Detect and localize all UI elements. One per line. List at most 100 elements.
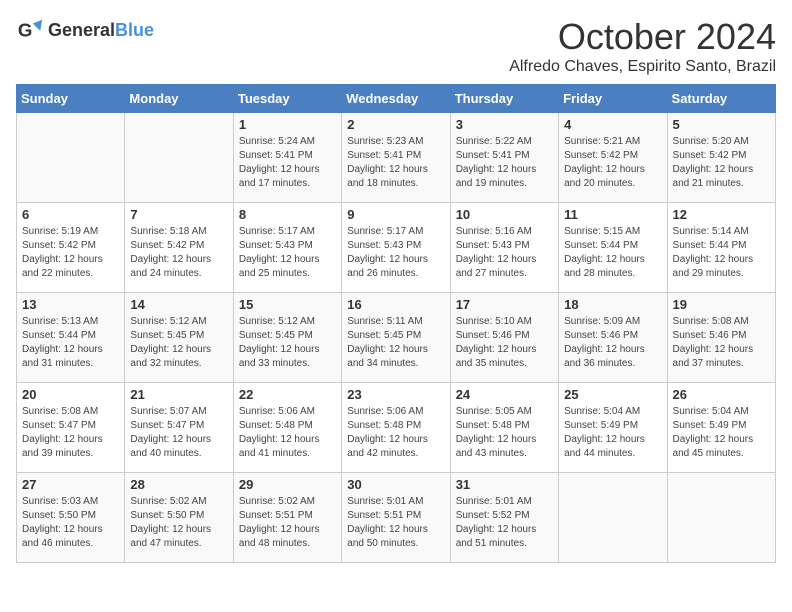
calendar-cell: 27 Sunrise: 5:03 AM Sunset: 5:50 PM Dayli… [17, 473, 125, 563]
calendar-cell: 11 Sunrise: 5:15 AM Sunset: 5:44 PM Dayli… [559, 203, 667, 293]
calendar-cell: 5 Sunrise: 5:20 AM Sunset: 5:42 PM Daylig… [667, 113, 775, 203]
calendar-cell: 21Sunrise: 5:07 AM Sunset: 5:47 PM Dayli… [125, 383, 233, 473]
calendar-cell: 15Sunrise: 5:12 AM Sunset: 5:45 PM Dayli… [233, 293, 341, 383]
calendar-cell: 31Sunrise: 5:01 AM Sunset: 5:52 PM Dayli… [450, 473, 558, 563]
logo-text-general: General [48, 20, 115, 40]
calendar-cell: 28 Sunrise: 5:02 AM Sunset: 5:50 PM Dayli… [125, 473, 233, 563]
column-header-monday: Monday [125, 85, 233, 113]
cell-content: Sunrise: 5:09 AM Sunset: 5:46 PM Dayligh… [564, 315, 661, 371]
day-number: 24 [456, 387, 553, 402]
day-number: 15 [239, 297, 336, 312]
cell-content: Sunrise: 5:01 AM Sunset: 5:51 PM Dayligh… [347, 495, 444, 551]
calendar-cell: 14Sunrise: 5:12 AM Sunset: 5:45 PM Dayli… [125, 293, 233, 383]
column-header-thursday: Thursday [450, 85, 558, 113]
calendar-cell: 20Sunrise: 5:08 AM Sunset: 5:47 PM Dayli… [17, 383, 125, 473]
logo: G GeneralBlue [16, 16, 154, 44]
day-number: 5 [673, 117, 770, 132]
cell-content: Sunrise: 5:22 AM Sunset: 5:41 PM Dayligh… [456, 135, 553, 191]
calendar-cell: 29Sunrise: 5:02 AM Sunset: 5:51 PM Dayli… [233, 473, 341, 563]
day-number: 12 [673, 207, 770, 222]
day-number: 10 [456, 207, 553, 222]
cell-content: Sunrise: 5:24 AM Sunset: 5:41 PM Dayligh… [239, 135, 336, 191]
day-number: 13 [22, 297, 119, 312]
calendar-cell [559, 473, 667, 563]
calendar-cell: 30 Sunrise: 5:01 AM Sunset: 5:51 PM Dayli… [342, 473, 450, 563]
day-number: 18 [564, 297, 661, 312]
calendar-header-row: SundayMondayTuesdayWednesdayThursdayFrid… [17, 85, 776, 113]
day-number: 28 [130, 477, 227, 492]
calendar-cell: 4 Sunrise: 5:21 AM Sunset: 5:42 PM Daylig… [559, 113, 667, 203]
location-title: Alfredo Chaves, Espirito Santo, Brazil [509, 58, 776, 76]
cell-content: Sunrise: 5:13 AM Sunset: 5:44 PM Dayligh… [22, 315, 119, 371]
day-number: 3 [456, 117, 553, 132]
logo-icon: G [16, 16, 44, 44]
cell-content: Sunrise: 5:17 AM Sunset: 5:43 PM Dayligh… [347, 225, 444, 281]
column-header-wednesday: Wednesday [342, 85, 450, 113]
day-number: 4 [564, 117, 661, 132]
cell-content: Sunrise: 5:20 AM Sunset: 5:42 PM Dayligh… [673, 135, 770, 191]
calendar-cell [125, 113, 233, 203]
day-number: 8 [239, 207, 336, 222]
title-area: October 2024 Alfredo Chaves, Espirito Sa… [509, 16, 776, 76]
calendar-cell: 24Sunrise: 5:05 AM Sunset: 5:48 PM Dayli… [450, 383, 558, 473]
cell-content: Sunrise: 5:03 AM Sunset: 5:50 PM Dayligh… [22, 495, 119, 551]
calendar-cell: 3 Sunrise: 5:22 AM Sunset: 5:41 PM Daylig… [450, 113, 558, 203]
cell-content: Sunrise: 5:23 AM Sunset: 5:41 PM Dayligh… [347, 135, 444, 191]
month-title: October 2024 [509, 16, 776, 58]
svg-text:G: G [18, 20, 33, 41]
page-header: G GeneralBlue October 2024 Alfredo Chave… [16, 16, 776, 76]
cell-content: Sunrise: 5:01 AM Sunset: 5:52 PM Dayligh… [456, 495, 553, 551]
cell-content: Sunrise: 5:06 AM Sunset: 5:48 PM Dayligh… [347, 405, 444, 461]
day-number: 9 [347, 207, 444, 222]
column-header-sunday: Sunday [17, 85, 125, 113]
day-number: 19 [673, 297, 770, 312]
calendar-cell: 1 Sunrise: 5:24 AM Sunset: 5:41 PM Daylig… [233, 113, 341, 203]
calendar-cell: 9 Sunrise: 5:17 AM Sunset: 5:43 PM Daylig… [342, 203, 450, 293]
cell-content: Sunrise: 5:19 AM Sunset: 5:42 PM Dayligh… [22, 225, 119, 281]
day-number: 1 [239, 117, 336, 132]
day-number: 23 [347, 387, 444, 402]
day-number: 2 [347, 117, 444, 132]
day-number: 21 [130, 387, 227, 402]
day-number: 25 [564, 387, 661, 402]
day-number: 22 [239, 387, 336, 402]
cell-content: Sunrise: 5:16 AM Sunset: 5:43 PM Dayligh… [456, 225, 553, 281]
column-header-tuesday: Tuesday [233, 85, 341, 113]
calendar-cell [17, 113, 125, 203]
calendar-cell [667, 473, 775, 563]
calendar-cell: 18 Sunrise: 5:09 AM Sunset: 5:46 PM Dayli… [559, 293, 667, 383]
calendar-cell: 6 Sunrise: 5:19 AM Sunset: 5:42 PM Daylig… [17, 203, 125, 293]
day-number: 6 [22, 207, 119, 222]
calendar-cell: 17 Sunrise: 5:10 AM Sunset: 5:46 PM Dayli… [450, 293, 558, 383]
cell-content: Sunrise: 5:04 AM Sunset: 5:49 PM Dayligh… [564, 405, 661, 461]
day-number: 11 [564, 207, 661, 222]
cell-content: Sunrise: 5:02 AM Sunset: 5:50 PM Dayligh… [130, 495, 227, 551]
day-number: 26 [673, 387, 770, 402]
day-number: 16 [347, 297, 444, 312]
calendar-cell: 2 Sunrise: 5:23 AM Sunset: 5:41 PM Daylig… [342, 113, 450, 203]
calendar-cell: 13 Sunrise: 5:13 AM Sunset: 5:44 PM Dayli… [17, 293, 125, 383]
column-header-saturday: Saturday [667, 85, 775, 113]
day-number: 30 [347, 477, 444, 492]
cell-content: Sunrise: 5:18 AM Sunset: 5:42 PM Dayligh… [130, 225, 227, 281]
week-row-4: 20Sunrise: 5:08 AM Sunset: 5:47 PM Dayli… [17, 383, 776, 473]
week-row-3: 13 Sunrise: 5:13 AM Sunset: 5:44 PM Dayli… [17, 293, 776, 383]
cell-content: Sunrise: 5:15 AM Sunset: 5:44 PM Dayligh… [564, 225, 661, 281]
day-number: 27 [22, 477, 119, 492]
cell-content: Sunrise: 5:08 AM Sunset: 5:46 PM Dayligh… [673, 315, 770, 371]
cell-content: Sunrise: 5:21 AM Sunset: 5:42 PM Dayligh… [564, 135, 661, 191]
cell-content: Sunrise: 5:17 AM Sunset: 5:43 PM Dayligh… [239, 225, 336, 281]
day-number: 14 [130, 297, 227, 312]
cell-content: Sunrise: 5:08 AM Sunset: 5:47 PM Dayligh… [22, 405, 119, 461]
day-number: 17 [456, 297, 553, 312]
calendar-cell: 23 Sunrise: 5:06 AM Sunset: 5:48 PM Dayli… [342, 383, 450, 473]
column-header-friday: Friday [559, 85, 667, 113]
cell-content: Sunrise: 5:10 AM Sunset: 5:46 PM Dayligh… [456, 315, 553, 371]
day-number: 29 [239, 477, 336, 492]
day-number: 7 [130, 207, 227, 222]
calendar-cell: 10 Sunrise: 5:16 AM Sunset: 5:43 PM Dayli… [450, 203, 558, 293]
calendar-cell: 19 Sunrise: 5:08 AM Sunset: 5:46 PM Dayli… [667, 293, 775, 383]
calendar-table: SundayMondayTuesdayWednesdayThursdayFrid… [16, 84, 776, 563]
calendar-cell: 25 Sunrise: 5:04 AM Sunset: 5:49 PM Dayli… [559, 383, 667, 473]
cell-content: Sunrise: 5:14 AM Sunset: 5:44 PM Dayligh… [673, 225, 770, 281]
